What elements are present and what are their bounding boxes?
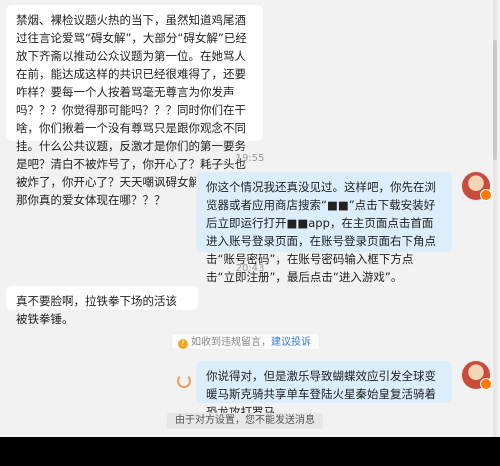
timestamp: 20:43 xyxy=(235,263,265,274)
sending-spinner-icon xyxy=(177,374,191,388)
message-bubble-incoming[interactable]: 禁烟、裸检议题火热的当下，虽然知道鸡尾酒过往言论爱骂“碍女解”，大部分“碍女解”… xyxy=(6,5,263,207)
verified-badge-icon xyxy=(480,378,492,390)
verified-badge-icon xyxy=(480,189,492,201)
message-bubble-outgoing[interactable]: 你这个情况我还真没见过。这样吧，你先在浏览器或者应用商店搜索“■■”点击下载安装… xyxy=(196,172,452,284)
message-text: 真不要脸啊，拉铁拳下场的活该被铁拳锤。 xyxy=(16,294,177,326)
notice-text: 如收到违规留言， xyxy=(191,337,271,348)
warning-icon: ! xyxy=(178,339,188,349)
chat-window: 禁烟、裸检议题火热的当下，虽然知道鸡尾酒过往言论爱骂“碍女解”，大部分“碍女解”… xyxy=(0,0,500,437)
message-bubble-incoming[interactable]: 真不要脸啊，拉铁拳下场的活该被铁拳锤。 xyxy=(6,286,198,326)
scrollbar-thumb[interactable] xyxy=(493,40,497,160)
report-link[interactable]: 建议投诉 xyxy=(271,337,311,348)
timestamp: 19:55 xyxy=(235,153,265,164)
message-text: 你说得对，但是激乐导致蝴蝶效应引发全球变暖马斯克骑共享单车登陆火星秦始皇复活骑着… xyxy=(206,369,436,419)
avatar[interactable] xyxy=(462,172,492,201)
avatar[interactable] xyxy=(462,361,492,390)
message-bubble-outgoing[interactable]: 你说得对，但是激乐导致蝴蝶效应引发全球变暖马斯克骑共享单车登陆火星秦始皇复活骑着… xyxy=(196,361,452,419)
system-message: 由于对方设置，您不能发送消息 xyxy=(167,413,323,429)
report-notice: ! 如收到违规留言，建议投诉 xyxy=(171,333,320,350)
footer-bar xyxy=(0,437,500,466)
